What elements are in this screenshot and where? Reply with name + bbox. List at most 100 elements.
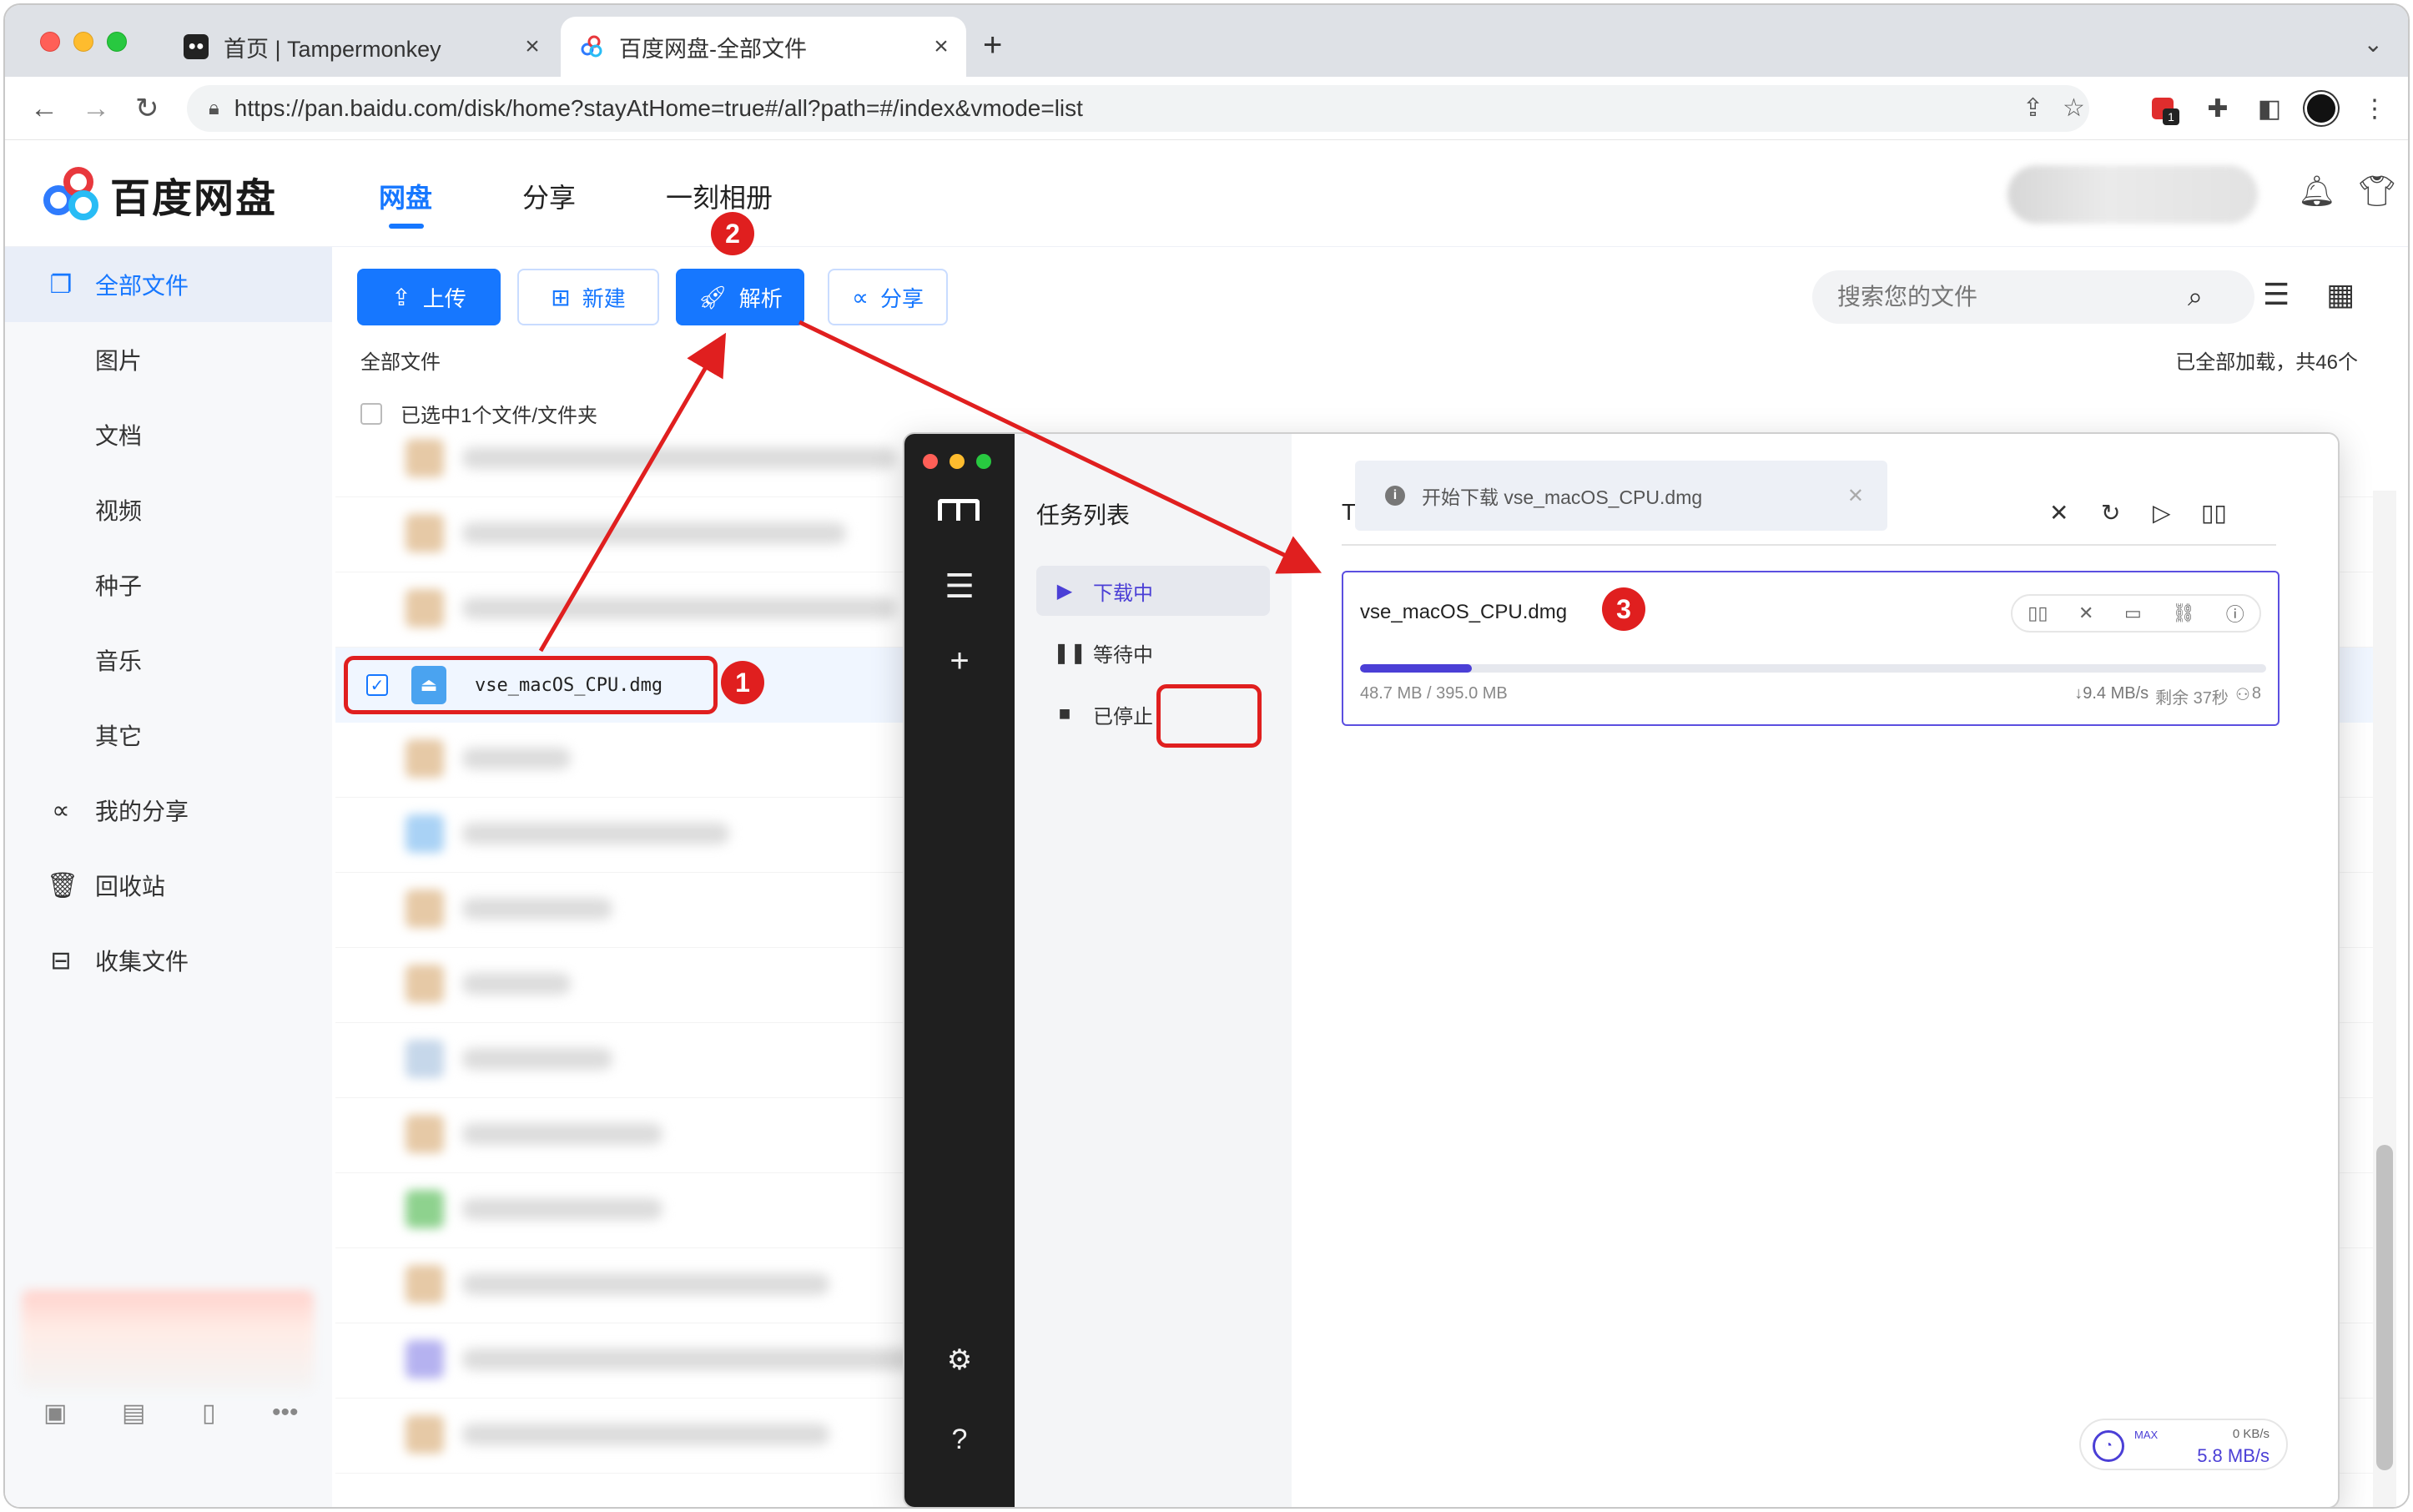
pause-icon[interactable]: ▯▯: [2028, 602, 2048, 624]
share-button[interactable]: ∝ 分享: [828, 269, 948, 325]
delete-icon[interactable]: ✕: [2078, 602, 2093, 624]
breadcrumb[interactable]: 全部文件: [360, 345, 441, 375]
tab-bar: ●● 首页 | Tampermonkey × 百度网盘-全部文件 × + ⌄: [5, 5, 2408, 77]
step-marker-3: 3: [1602, 587, 1645, 631]
maximize-window-button[interactable]: [976, 454, 991, 469]
add-task-icon[interactable]: +: [904, 643, 1015, 680]
profile-avatar[interactable]: [2305, 92, 2338, 125]
speedometer[interactable]: ◔ MAX 0 KB/s 5.8 MB/s: [2079, 1419, 2288, 1470]
baidu-pan-logo[interactable]: 百度网盘: [38, 165, 277, 224]
scrollbar-thumb[interactable]: [2376, 1145, 2393, 1470]
folder-icon: [406, 589, 444, 627]
skin-shirt-icon[interactable]: 👕︎: [2358, 174, 2396, 209]
more-dots-icon[interactable]: •••: [272, 1399, 299, 1427]
upload-button[interactable]: ⇪ 上传: [357, 269, 501, 325]
bell-icon[interactable]: 🔔︎: [2298, 174, 2336, 209]
file-name[interactable]: vse_macOS_CPU.dmg: [475, 675, 662, 696]
resume-all-icon[interactable]: ▷: [2153, 499, 2171, 527]
baidu-pan-icon: [579, 34, 604, 59]
extensions-puzzle-icon[interactable]: ✚: [2201, 92, 2234, 125]
download-task-card[interactable]: vse_macOS_CPU.dmg ▯▯ ✕ ▭ ⛓ ⓘ 48.7 MB / 3…: [1342, 571, 2280, 726]
info-circle-icon[interactable]: ⓘ: [2226, 600, 2244, 627]
speed-highlight: [1156, 684, 1262, 748]
extension-tampermonkey-icon[interactable]: 1: [2146, 92, 2179, 125]
list-item-name-blurred: [462, 823, 729, 844]
folder-icon[interactable]: ▭: [2124, 602, 2142, 624]
select-all-checkbox[interactable]: [360, 402, 382, 425]
sidebar-item-my-shares[interactable]: ∝ 我的分享: [5, 773, 332, 848]
close-icon[interactable]: ✕: [2049, 499, 2068, 527]
url-field[interactable]: 🔒︎ https://pan.baidu.com/disk/home?stayA…: [187, 85, 2089, 132]
new-tab-icon[interactable]: +: [983, 28, 1002, 62]
filter-waiting[interactable]: ❚❚ 等待中: [1036, 627, 1270, 678]
motrix-logo-icon: [938, 499, 980, 521]
back-icon[interactable]: ←: [30, 90, 58, 127]
pause-all-icon[interactable]: ▯▯: [2201, 499, 2227, 527]
nav-share[interactable]: 分享: [522, 177, 576, 215]
url-text: https://pan.baidu.com/disk/home?stayAtHo…: [234, 95, 1083, 121]
help-icon[interactable]: ?: [904, 1424, 1015, 1456]
search-input[interactable]: [1837, 284, 2188, 310]
share-page-icon[interactable]: ⇪: [2023, 93, 2043, 123]
search-icon[interactable]: ⌕: [2188, 281, 2203, 313]
info-icon: i: [1385, 486, 1405, 506]
filter-label: 等待中: [1093, 643, 1153, 667]
sidebar-item-images[interactable]: 图片: [5, 322, 332, 397]
sidebar-item-recycle-bin[interactable]: 🗑︎ 回收站: [5, 848, 332, 923]
maximize-window-button[interactable]: [107, 32, 127, 52]
lock-icon: 🔒︎: [209, 97, 219, 119]
sidebar-item-collect-files[interactable]: ⊟ 收集文件: [5, 923, 332, 998]
parse-button[interactable]: 🚀︎ 解析: [676, 269, 804, 325]
sidebar-item-videos[interactable]: 视频: [5, 472, 332, 547]
side-panel-icon[interactable]: ◧: [2253, 92, 2286, 125]
minimize-window-button[interactable]: [73, 32, 93, 52]
settings-sliders-icon[interactable]: ⚙: [904, 1343, 1015, 1377]
motrix-sidebar-rail: ☰ + ⚙ ?: [904, 434, 1015, 1507]
close-window-button[interactable]: [40, 32, 60, 52]
task-list-title: 任务列表: [1036, 502, 1131, 528]
refresh-icon[interactable]: ↻: [2101, 499, 2120, 527]
upload-speed: 0 KB/s: [2232, 1427, 2269, 1441]
tab-tampermonkey[interactable]: ●● 首页 | Tampermonkey ×: [165, 17, 557, 77]
address-bar: ← → ↻ 🔒︎ https://pan.baidu.com/disk/home…: [5, 77, 2408, 140]
nav-disk[interactable]: 网盘: [379, 177, 432, 215]
bookmark-star-icon[interactable]: ☆: [2063, 93, 2085, 123]
folder-icon: [406, 439, 444, 477]
tab-baidu-pan[interactable]: 百度网盘-全部文件 ×: [561, 17, 966, 77]
sidebar-item-music[interactable]: 音乐: [5, 622, 332, 698]
reload-icon[interactable]: ↻: [135, 90, 159, 127]
filter-downloading[interactable]: ▶ 下载中: [1036, 566, 1270, 616]
download-started-toast: i 开始下载 vse_macOS_CPU.dmg ✕: [1355, 461, 1887, 531]
ios-client-icon[interactable]: ▯: [202, 1399, 216, 1428]
close-window-button[interactable]: [923, 454, 938, 469]
chevron-down-icon[interactable]: ⌄: [2364, 30, 2383, 58]
folder-icon: [406, 1265, 444, 1303]
download-progress-bar: [1360, 664, 2266, 673]
forward-icon[interactable]: →: [82, 90, 110, 127]
row-checkbox-checked[interactable]: ✓: [366, 674, 388, 696]
browser-menu-icon[interactable]: ⋮: [2358, 92, 2391, 125]
selected-file-highlight[interactable]: ✓ ⏏ vse_macOS_CPU.dmg: [344, 656, 718, 714]
filter-label: 已停止: [1093, 705, 1153, 728]
desktop-client-icon[interactable]: ▣: [43, 1399, 67, 1428]
nav-album[interactable]: 一刻相册: [666, 177, 773, 215]
link-icon[interactable]: ⛓: [2172, 602, 2195, 624]
stop-icon: ■: [1058, 703, 1071, 725]
sidebar-item-torrents[interactable]: 种子: [5, 547, 332, 622]
sidebar-item-all-files[interactable]: ❐ 全部文件: [5, 247, 332, 322]
user-account[interactable]: [2007, 165, 2258, 224]
close-tab-icon[interactable]: ×: [516, 33, 549, 61]
sidebar-item-other[interactable]: 其它: [5, 698, 332, 773]
android-client-icon[interactable]: ▤: [122, 1399, 145, 1428]
dmg-file-icon: ⏏: [411, 666, 446, 704]
sort-icon[interactable]: ☰: [2263, 277, 2290, 312]
task-list-menu-icon[interactable]: ☰: [904, 567, 1015, 606]
grid-view-icon[interactable]: ▦: [2326, 277, 2355, 312]
close-tab-icon[interactable]: ×: [924, 33, 958, 61]
extension-badge: 1: [2163, 108, 2179, 125]
close-icon[interactable]: ✕: [1847, 484, 1864, 508]
sidebar-item-docs[interactable]: 文档: [5, 397, 332, 472]
step-marker-1: 1: [721, 661, 764, 704]
new-button[interactable]: ⊞ 新建: [517, 269, 659, 325]
minimize-window-button[interactable]: [950, 454, 965, 469]
